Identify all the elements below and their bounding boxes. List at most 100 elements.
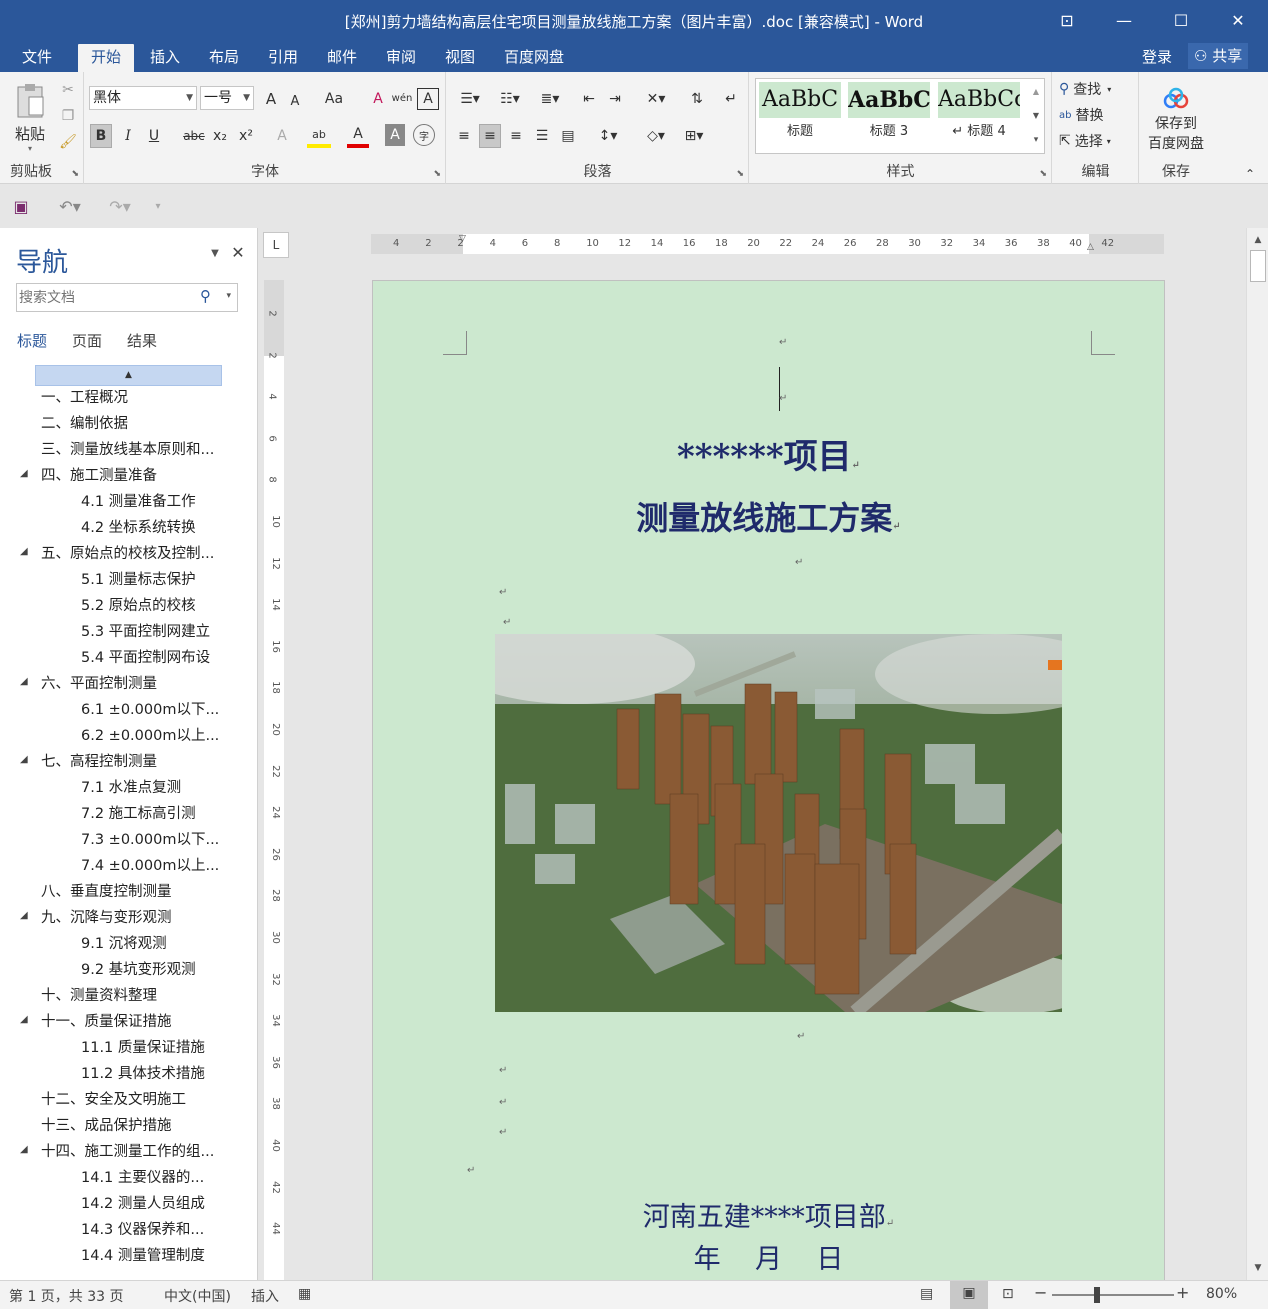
phonetic-guide-button[interactable]: wén [391,86,413,110]
format-painter-icon[interactable]: 🖌 [58,132,78,152]
search-input[interactable] [19,287,189,308]
expand-triangle-icon[interactable]: ◢ [20,910,28,921]
zoom-slider[interactable] [1052,1294,1174,1296]
nav-heading-item[interactable]: 5.1 测量标志保护 [81,568,196,589]
nav-heading-item[interactable]: 九、沉降与变形观测 [41,906,172,927]
expand-triangle-icon[interactable]: ◢ [20,546,28,557]
tab-selector[interactable]: L [263,232,289,258]
character-border-button[interactable]: A [417,88,439,110]
nav-heading-item[interactable]: 5.4 平面控制网布设 [81,646,210,667]
nav-heading-item[interactable]: 7.1 水准点复测 [81,776,181,797]
font-family-combo[interactable]: 黑体 ▼ [89,86,197,110]
insert-mode-indicator[interactable]: 插入 [251,1286,279,1306]
web-layout-icon[interactable]: ⊡ [1002,1286,1014,1302]
nav-heading-item[interactable]: 9.2 基坑变形观测 [81,958,196,979]
cut-icon[interactable]: ✂ [58,80,78,100]
save-to-baidu-button[interactable]: 保存到 百度网盘 [1142,82,1210,158]
increase-indent-icon[interactable]: ⇥ [603,88,627,110]
nav-heading-item[interactable]: 14.3 仪器保养和... [81,1218,204,1239]
ribbon-display-options-button[interactable]: ⊡ [1039,0,1095,40]
nav-heading-item[interactable]: 6.1 ±0.000m以下... [81,698,219,719]
nav-heading-item[interactable]: 7.2 施工标高引测 [81,802,196,823]
scroll-thumb[interactable] [1250,250,1266,282]
launcher-icon[interactable]: ⬊ [1039,169,1047,179]
borders-icon[interactable]: ⊞▾ [677,124,711,148]
show-marks-icon[interactable]: ↵ [719,88,743,110]
nav-heading-item[interactable]: 14.1 主要仪器的... [81,1166,204,1187]
style-heading-4[interactable]: AaBbCc ↵ 标题 4 [938,82,1020,142]
nav-heading-item[interactable]: 9.1 沉将观测 [81,932,167,953]
language-indicator[interactable]: 中文(中国) [164,1286,231,1306]
strikethrough-button[interactable]: abc [181,124,207,148]
cover-image[interactable] [495,634,1062,1012]
sort-icon[interactable]: ⇅ [685,88,709,110]
nav-heading-item[interactable]: 二、编制依据 [41,412,128,433]
align-center-icon[interactable]: ≡ [479,124,501,148]
tab-references[interactable]: 引用 [257,44,309,72]
subscript-button[interactable]: x₂ [209,124,231,148]
customize-toolbar-icon[interactable]: ▾ [150,195,166,217]
print-layout-icon[interactable]: ▣ [950,1281,988,1309]
copy-icon[interactable]: ❐ [58,106,78,126]
close-button[interactable]: ✕ [1210,0,1266,40]
nav-heading-item[interactable]: 14.4 测量管理制度 [81,1244,205,1265]
nav-heading-item[interactable]: 5.3 平面控制网建立 [81,620,210,641]
save-icon[interactable]: ▣ [10,195,32,217]
nav-tab-pages[interactable]: 页面 [72,330,102,351]
character-shading-button[interactable]: A [385,124,405,146]
zoom-slider-thumb[interactable] [1094,1287,1100,1303]
tab-mailings[interactable]: 邮件 [316,44,368,72]
paste-button[interactable]: 粘贴 ▾ [8,78,52,158]
nav-heading-item[interactable]: 三、测量放线基本原则和... [41,438,214,459]
nav-heading-item[interactable]: 五、原始点的校核及控制... [41,542,214,563]
nav-heading-item[interactable]: 七、高程控制测量 [41,750,157,771]
launcher-icon[interactable]: ⬊ [736,169,744,179]
macro-record-icon[interactable]: ▦ [298,1286,311,1302]
nav-heading-item[interactable]: 六、平面控制测量 [41,672,157,693]
nav-heading-item[interactable]: 八、垂直度控制测量 [41,880,172,901]
redo-icon[interactable]: ↷▾ [100,195,140,217]
scroll-down-icon[interactable]: ▼ [1249,1260,1267,1276]
decrease-indent-icon[interactable]: ⇤ [577,88,601,110]
nav-heading-item[interactable]: 4.1 测量准备工作 [81,490,196,511]
scroll-up-icon[interactable]: ▲ [1028,80,1044,102]
page-count[interactable]: 第 1 页，共 33 页 [9,1286,124,1306]
share-button[interactable]: ⚇ 共享 [1188,43,1249,69]
expand-triangle-icon[interactable]: ◢ [20,676,28,687]
shading-icon[interactable]: ◇▾ [639,124,673,148]
more-styles-icon[interactable]: ▾ [1028,128,1044,152]
multilevel-list-icon[interactable]: ≣▾ [533,88,567,110]
tab-file[interactable]: 文件 [8,44,66,72]
nav-heading-item[interactable]: 6.2 ±0.000m以上... [81,724,219,745]
tab-review[interactable]: 审阅 [375,44,427,72]
align-right-icon[interactable]: ≡ [505,124,527,148]
nav-heading-item[interactable]: 一、工程概况 [41,386,128,407]
bullets-icon[interactable]: ☰▾ [453,88,487,110]
nav-tab-headings[interactable]: 标题 [17,330,47,351]
launcher-icon[interactable]: ⬊ [71,169,79,179]
horizontal-ruler[interactable]: 4 2 2 4 6 8 10 12 14 16 18 20 22 24 26 28 30 32 34 36 38 40 42… [371,234,1164,254]
tab-home[interactable]: 开始 [78,44,134,72]
pane-options-icon[interactable]: ▼ [206,244,224,262]
nav-heading-item[interactable]: 十二、安全及文明施工 [41,1088,186,1109]
nav-heading-item[interactable]: 7.3 ±0.000m以下... [81,828,219,849]
tab-view[interactable]: 视图 [434,44,486,72]
nav-heading-item[interactable]: 7.4 ±0.000m以上... [81,854,219,875]
find-button[interactable]: ⚲ 查找 ▾ [1059,78,1135,100]
nav-heading-item[interactable]: 十、测量资料整理 [41,984,157,1005]
zoom-level[interactable]: 80% [1206,1286,1237,1302]
text-effects-button[interactable]: A [271,124,293,148]
scroll-up-icon[interactable]: ▲ [1249,232,1267,248]
clear-formatting-button[interactable]: A [367,88,389,110]
underline-button[interactable]: U [143,124,165,148]
nav-tab-results[interactable]: 结果 [127,330,157,351]
asian-layout-icon[interactable]: ✕▾ [639,88,673,110]
undo-icon[interactable]: ↶▾ [50,195,90,217]
nav-heading-item[interactable]: 14.2 测量人员组成 [81,1192,205,1213]
vertical-scrollbar[interactable]: ▲ ▼ [1246,228,1268,1280]
superscript-button[interactable]: x² [235,124,257,148]
nav-heading-item[interactable]: 十三、成品保护措施 [41,1114,172,1135]
close-pane-icon[interactable]: ✕ [228,242,248,262]
right-indent-marker-icon[interactable]: △ [1087,242,1094,252]
nav-heading-item[interactable]: 5.2 原始点的校核 [81,594,196,615]
